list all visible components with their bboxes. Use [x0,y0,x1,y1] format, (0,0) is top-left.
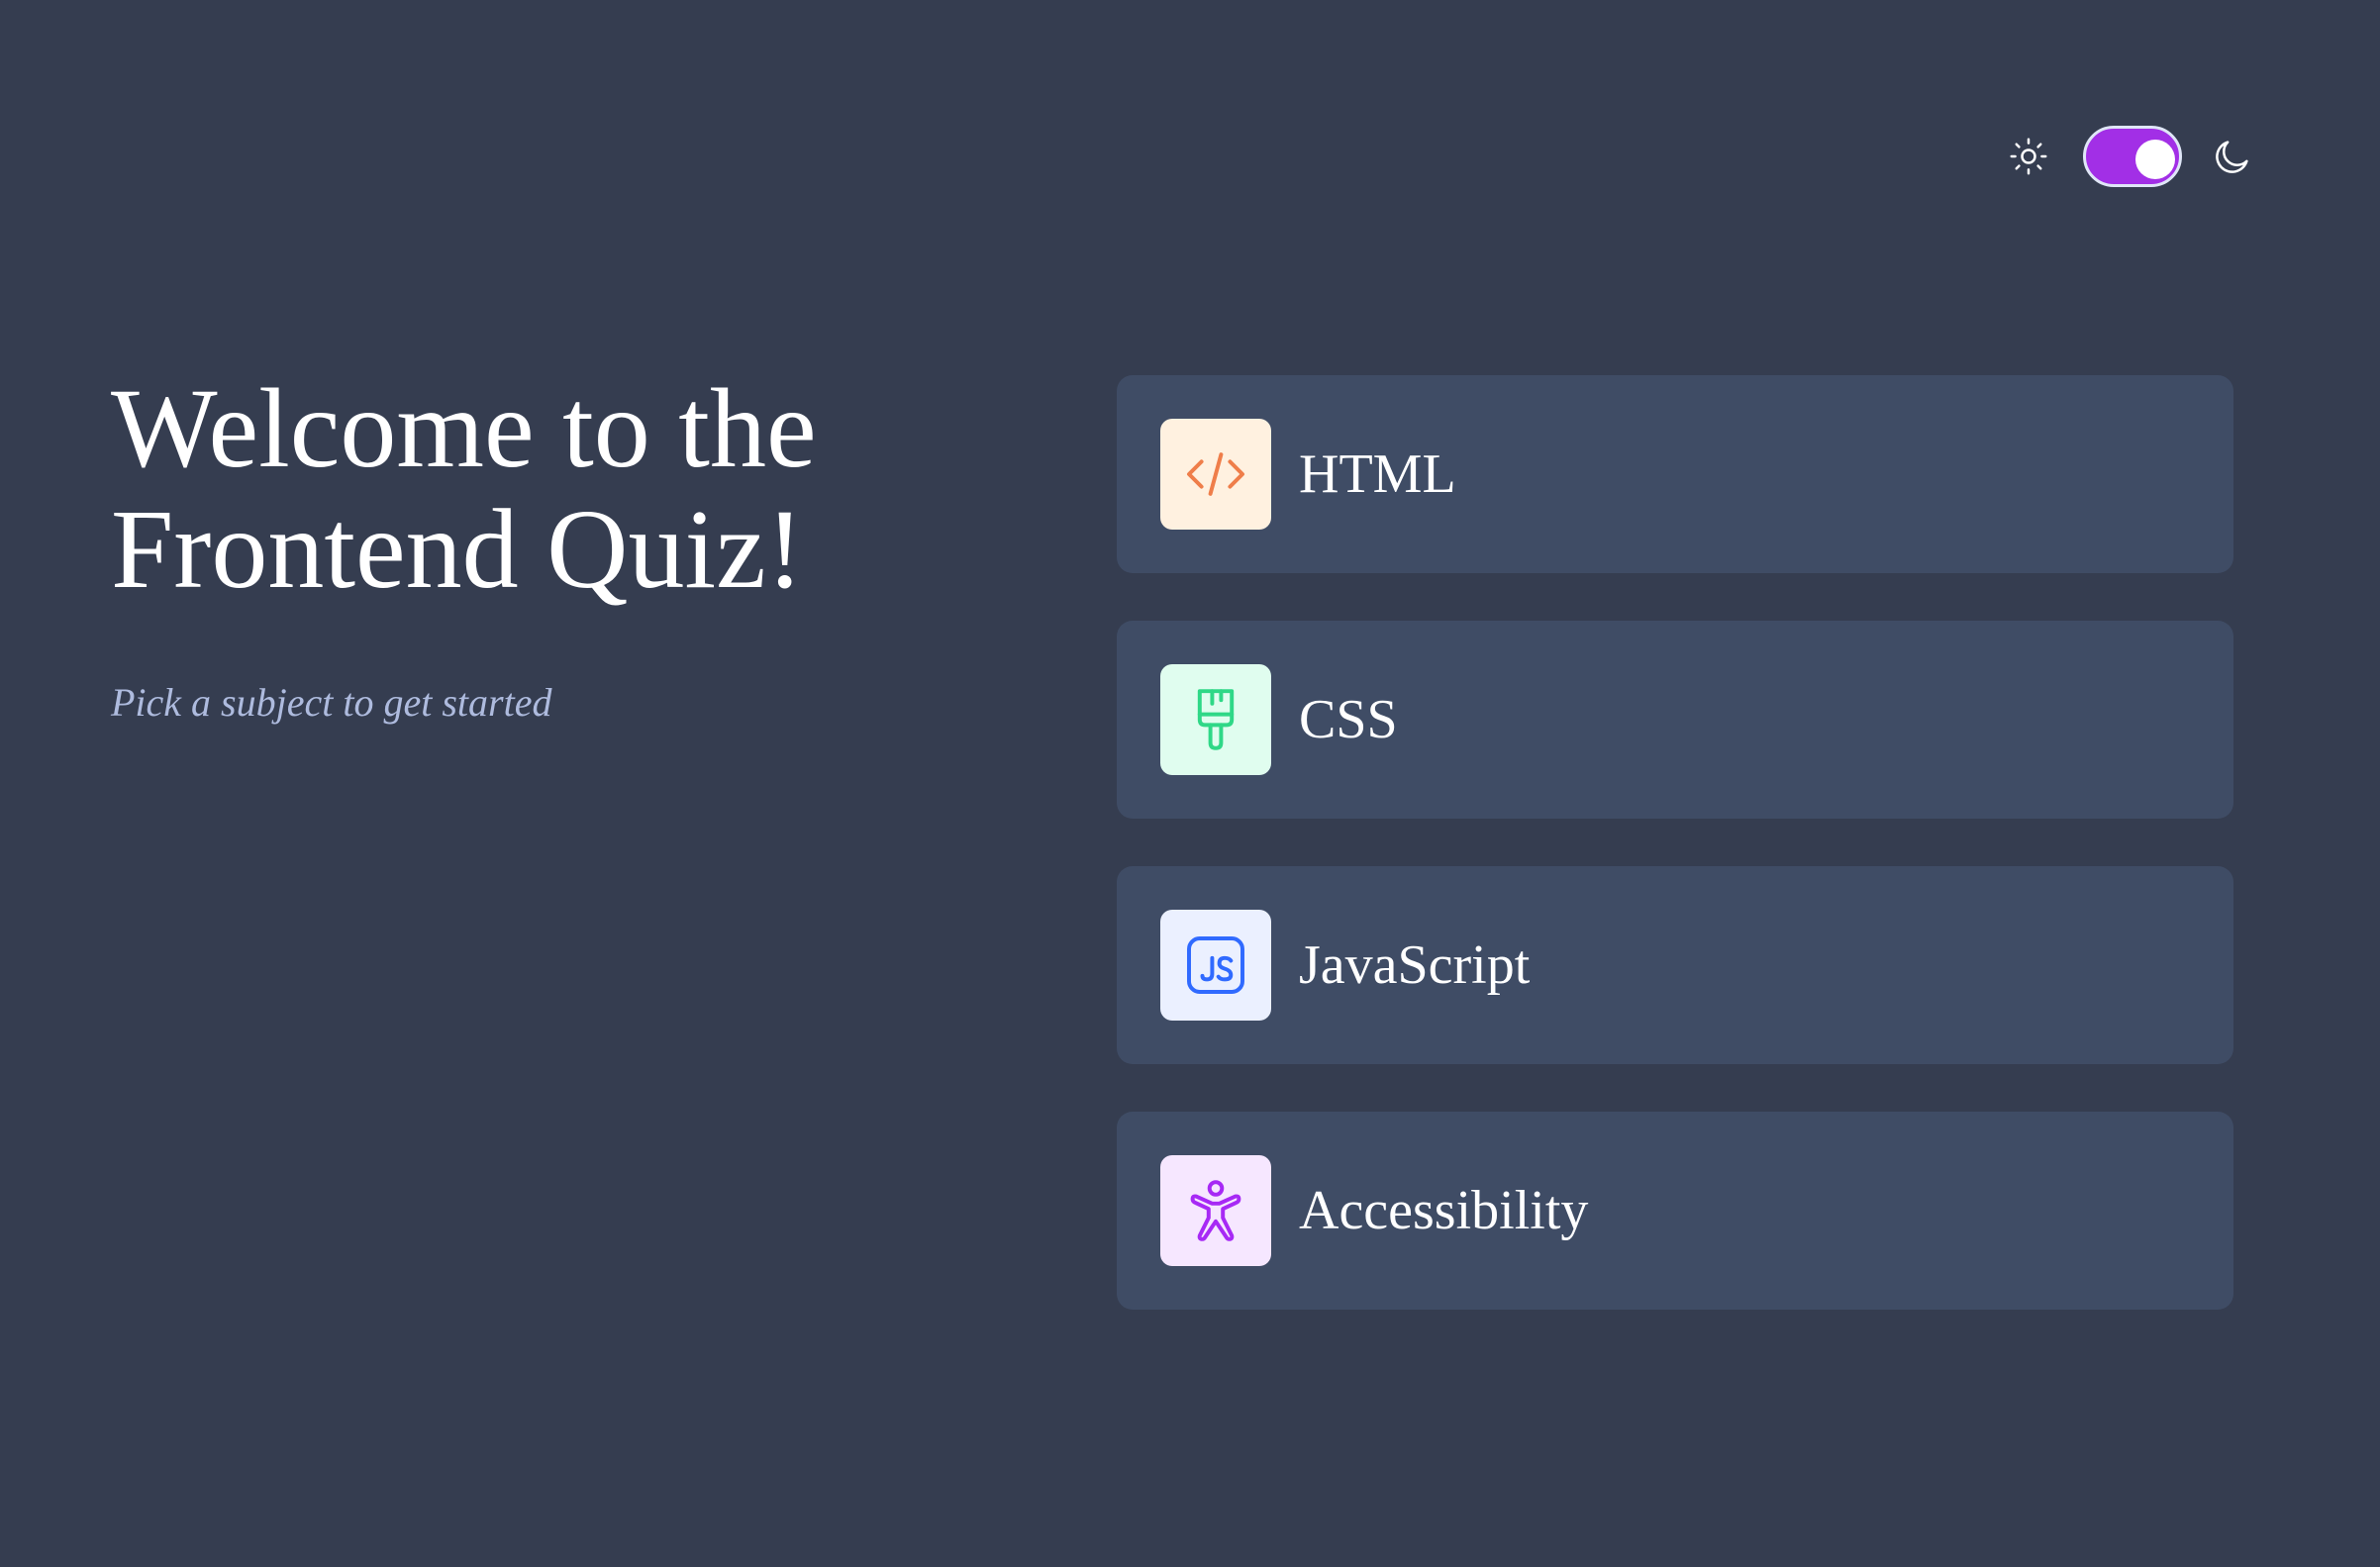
page-title-line-1: Welcome to the [111,365,817,491]
code-icon [1160,419,1271,530]
page-title: Welcome to the Frontend Quiz! [111,368,1002,610]
subject-option-accessibility[interactable]: Accessibility [1117,1112,2233,1310]
subject-label: HTML [1299,443,1456,505]
js-icon [1160,910,1271,1021]
subject-option-html[interactable]: HTML [1117,375,2233,573]
toggle-knob [2135,140,2175,179]
subject-option-javascript[interactable]: JavaScript [1117,866,2233,1064]
theme-toggle-group [2006,123,2255,190]
intro-section: Welcome to the Frontend Quiz! Pick a sub… [111,368,1002,727]
subject-list: HTML CSS JavaScript Accessibility [1117,375,2233,1357]
page-subtitle: Pick a subject to get started [111,680,552,725]
page-title-line-2: Frontend Quiz! [111,486,804,612]
paintbrush-icon [1160,664,1271,775]
theme-toggle-switch[interactable] [2083,126,2182,187]
moon-icon [2210,134,2255,179]
subject-label: Accessibility [1299,1180,1589,1241]
sun-icon [2006,134,2051,179]
accessibility-icon [1160,1155,1271,1266]
subject-option-css[interactable]: CSS [1117,621,2233,819]
subject-label: JavaScript [1299,934,1531,996]
subject-label: CSS [1299,689,1398,750]
